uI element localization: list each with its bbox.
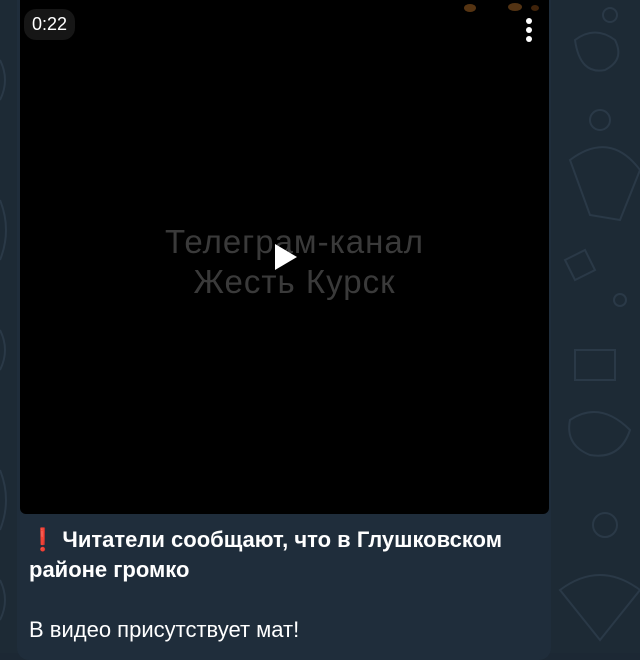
video-duration-badge: 0:22 xyxy=(24,9,76,40)
headline-text: Читатели сообщают, что в Глушковском рай… xyxy=(29,527,502,582)
video-light-spots xyxy=(464,3,539,12)
play-icon[interactable] xyxy=(270,242,300,272)
more-vertical-icon[interactable] xyxy=(517,13,541,47)
message-headline: ❗ Читатели сообщают, что в Глушковском ра… xyxy=(29,525,539,585)
exclamation-icon: ❗ xyxy=(29,527,57,552)
message-note: В видео присутствует мат! xyxy=(29,617,300,642)
message-caption: ❗ Читатели сообщают, что в Глушковском ра… xyxy=(29,525,539,645)
